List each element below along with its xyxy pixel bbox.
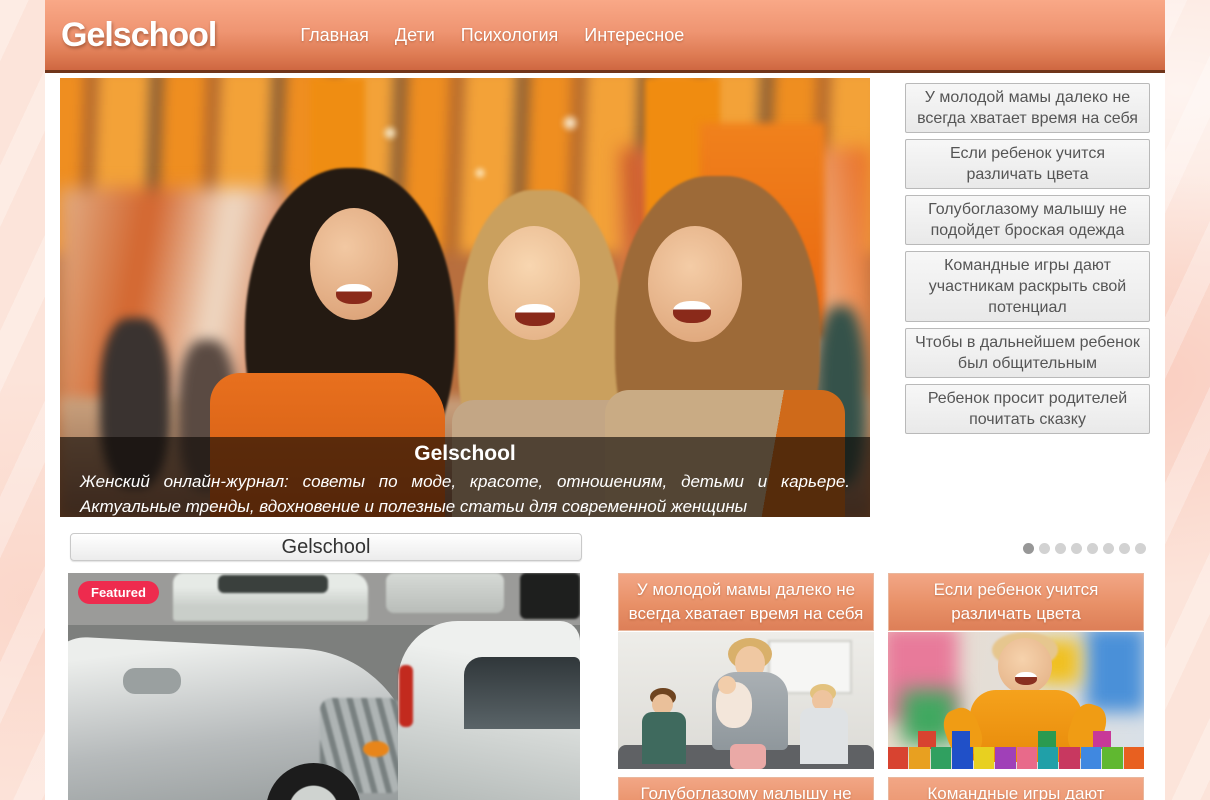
art-shape [998,638,1052,694]
section-title: Gelschool [70,533,582,561]
art-shape [730,744,766,769]
hero-description: Женский онлайн-журнал: советы по моде, к… [80,469,850,517]
art-shape [718,676,736,694]
art-shape [931,747,951,769]
pagination-dot[interactable] [1023,543,1034,554]
top-row: Gelschool Женский онлайн-журнал: советы … [60,78,1150,517]
pagination-dot[interactable] [1103,543,1114,554]
art-shape [800,708,848,764]
section-row: Gelschool [60,533,1150,563]
art-shape [1017,747,1037,769]
pagination-dots [1023,543,1146,554]
art-shape [1059,747,1079,769]
card-photo-blocks [888,632,1144,769]
article-card-team-games[interactable]: Командные игры дают участникам раскрыть … [888,777,1144,800]
bottom-row: Featured У молодой мамы далеко не всегда… [60,573,1150,800]
article-card-mom-time[interactable]: У молодой мамы далеко не всегда хватает … [618,573,874,769]
card-photo-mom [618,632,874,769]
page: Gelschool Главная Дети Психология Интере… [45,0,1165,800]
sidebar-item-team-games[interactable]: Командные игры дают участникам раскрыть … [905,251,1150,322]
art-shape [888,747,1144,769]
featured-photo-placeholder: Featured [68,573,580,800]
main-nav: Главная Дети Психология Интересное [300,25,684,46]
art-shape [648,226,742,342]
pagination-dot[interactable] [1039,543,1050,554]
sidebar-item-sociable[interactable]: Чтобы в дальнейшем ребенок был общительн… [905,328,1150,378]
sidebar: У молодой мамы далеко не всегда хватает … [905,83,1150,517]
pagination-dot[interactable] [1119,543,1130,554]
art-shape [1086,632,1144,712]
art-shape [642,712,686,764]
art-shape [974,747,994,769]
pagination-dot[interactable] [1135,543,1146,554]
card-title: Если ребенок учится различать цвета [888,573,1144,631]
hero-banner: Gelschool Женский онлайн-журнал: советы … [60,78,870,517]
art-shape [336,284,372,304]
art-shape [1124,747,1144,769]
nav-item-home[interactable]: Главная [300,25,369,46]
art-shape [1102,747,1122,769]
nav-item-interesting[interactable]: Интересное [584,25,684,46]
art-shape [1081,747,1101,769]
art-shape [363,741,389,757]
article-card-clothes[interactable]: Голубоглазому малышу не подойдет броская… [618,777,874,800]
card-title: Командные игры дают участникам раскрыть … [888,777,1144,800]
pagination-dot[interactable] [1071,543,1082,554]
art-shape [1038,747,1058,769]
nav-item-psychology[interactable]: Психология [461,25,559,46]
art-shape [673,301,711,323]
art-shape [218,575,328,593]
art-shape [888,747,908,769]
pagination-dot[interactable] [1087,543,1098,554]
art-shape [952,747,972,769]
card-title: Голубоглазому малышу не подойдет броская… [618,777,874,800]
art-shape [386,573,504,613]
site-header: Gelschool Главная Дети Психология Интере… [45,0,1165,73]
pagination-dot[interactable] [1055,543,1066,554]
sidebar-item-fairytale[interactable]: Ребенок просит родителей почитать сказку [905,384,1150,434]
art-shape [909,747,929,769]
sidebar-item-clothes[interactable]: Голубоглазому малышу не подойдет броская… [905,195,1150,245]
hero-caption: Gelschool Женский онлайн-журнал: советы … [60,437,870,517]
nav-item-children[interactable]: Дети [395,25,435,46]
article-card-colors[interactable]: Если ребенок учится различать цвета [888,573,1144,769]
art-shape [464,657,580,729]
card-title: У молодой мамы далеко не всегда хватает … [618,573,874,631]
art-shape [995,747,1015,769]
featured-article[interactable]: Featured [68,573,580,800]
hero-title: Gelschool [80,442,850,466]
article-cards: У молодой мамы далеко не всегда хватает … [618,573,1144,800]
art-shape [515,304,555,326]
sidebar-item-mom-time[interactable]: У молодой мамы далеко не всегда хватает … [905,83,1150,133]
art-shape [123,668,181,694]
art-shape [399,665,413,727]
art-shape [1015,672,1037,685]
featured-badge: Featured [78,581,159,604]
sidebar-item-colors[interactable]: Если ребенок учится различать цвета [905,139,1150,189]
main-content: Gelschool Женский онлайн-журнал: советы … [45,73,1165,800]
art-shape [520,573,580,619]
site-logo[interactable]: Gelschool [61,16,216,55]
